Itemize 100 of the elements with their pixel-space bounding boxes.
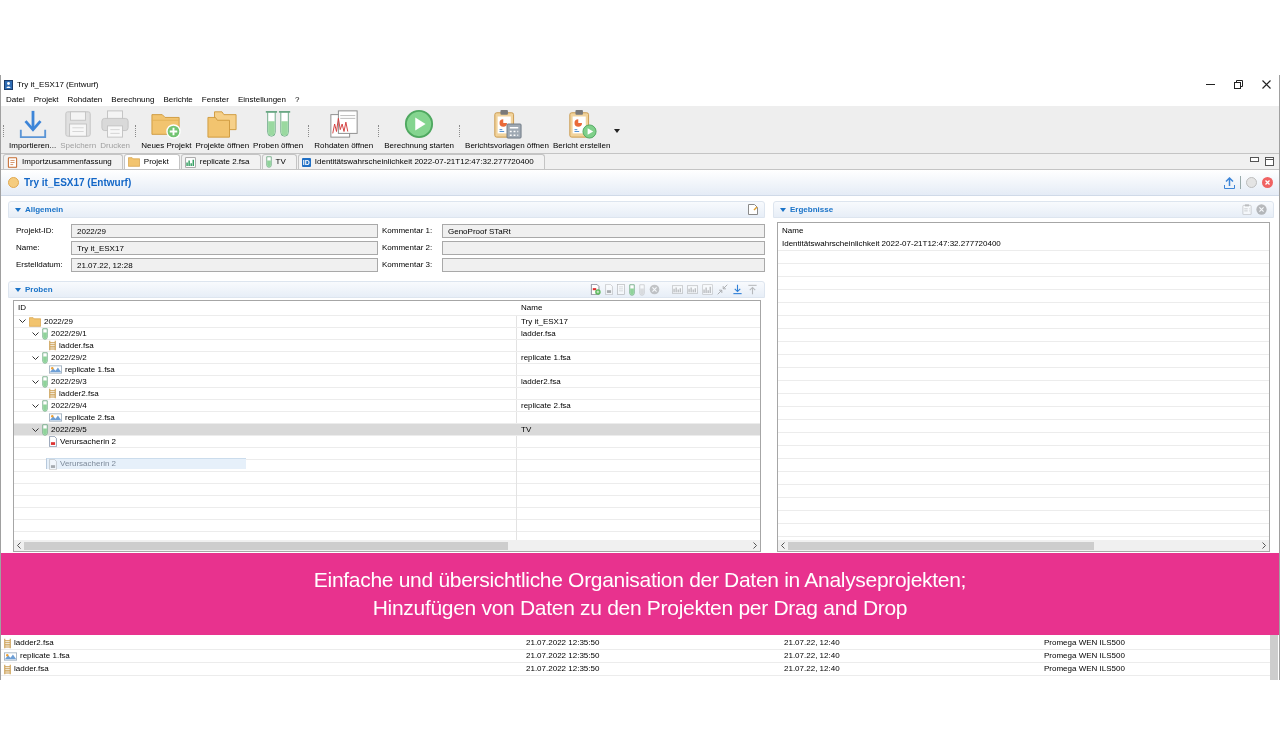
- section-title: Ergebnisse: [790, 204, 834, 215]
- text-field[interactable]: [442, 241, 765, 255]
- raw-data-row[interactable]: ladder2.fsa 21.07.2022 12:35:50 21.07.22, 12:40 Promega WEN ILS500: [1, 637, 1270, 650]
- tree-item-label: 2022/29/2: [51, 353, 87, 363]
- document-plus-icon[interactable]: [590, 284, 601, 295]
- raw-data-row[interactable]: ladder.fsa 21.07.2022 12:35:50 21.07.22, 12:40 Promega WEN ILS500: [1, 663, 1270, 676]
- section-title: Allgemein: [25, 204, 64, 215]
- column-header[interactable]: Name: [782, 225, 804, 236]
- vertical-scrollbar[interactable]: [1270, 635, 1278, 680]
- text-field[interactable]: Try it_ESX17: [71, 241, 378, 255]
- chevron-down-icon[interactable]: [32, 379, 39, 385]
- report-document-icon: [7, 156, 18, 168]
- folders-icon: [207, 109, 238, 139]
- menu-item[interactable]: Rohdaten: [67, 95, 103, 105]
- menu-item[interactable]: Berechnung: [111, 95, 155, 105]
- edit-document-icon[interactable]: [748, 204, 758, 215]
- scroll-right-icon[interactable]: [753, 542, 757, 549]
- sample-name: Try it_ESX17: [521, 316, 568, 326]
- editor-tab[interactable]: replicate 2.fsa: [180, 154, 261, 169]
- raw-data-row[interactable]: replicate 1.fsa 21.07.2022 12:35:50 21.07.22, 12:40 Promega WEN ILS500: [1, 650, 1270, 663]
- folder-icon: [29, 316, 41, 327]
- restore-icon[interactable]: [1234, 80, 1243, 89]
- clipboard-calculator-icon: [492, 109, 522, 139]
- tree-row[interactable]: 2022/29/3 ladder2.fsa: [14, 376, 760, 388]
- section-header[interactable]: Proben: [8, 281, 765, 298]
- sample-name: replicate 2.fsa: [521, 401, 571, 411]
- created-date: 21.07.22, 12:40: [783, 651, 841, 661]
- menu-item[interactable]: ?: [295, 95, 300, 105]
- tree-row[interactable]: 2022/29/4 replicate 2.fsa: [14, 400, 760, 412]
- size-standard: Promega WEN ILS500: [1043, 651, 1126, 661]
- chevron-down-icon[interactable]: [32, 403, 39, 409]
- editor-tab[interactable]: TV: [261, 154, 297, 169]
- chevron-down-icon[interactable]: [32, 355, 39, 361]
- tree-row[interactable]: 2022/29/1 ladder.fsa: [14, 328, 760, 340]
- import-date: 21.07.2022 12:35:50: [525, 664, 601, 674]
- column-header[interactable]: ID: [14, 303, 517, 313]
- document-icon: [49, 458, 57, 470]
- toolbar-button[interactable]: Bericht erstellen: [550, 109, 613, 151]
- column-header[interactable]: Name: [517, 303, 760, 313]
- result-row[interactable]: Identitätswahrscheinlichkeit 2022-07-21T12:47:32.277720400: [778, 238, 1269, 251]
- sample-name: ladder2.fsa: [521, 377, 561, 387]
- horizontal-scrollbar[interactable]: [778, 540, 1269, 551]
- tree-item-label: 2022/29/5: [51, 425, 87, 435]
- tree-row[interactable]: 2022/29 Try it_ESX17: [14, 316, 760, 328]
- tree-row[interactable]: replicate 1.fsa: [14, 364, 760, 376]
- chevron-down-icon[interactable]: [19, 319, 26, 324]
- circle-icon[interactable]: [1246, 177, 1257, 188]
- chevron-down-icon[interactable]: [32, 427, 39, 433]
- clipboard-play-icon: [566, 109, 597, 139]
- tree-row[interactable]: ladder2.fsa: [14, 388, 760, 400]
- export-icon[interactable]: [1224, 176, 1235, 189]
- window-title: Try it_ESX17 (Entwurf): [17, 79, 99, 90]
- horizontal-scrollbar[interactable]: [14, 540, 760, 551]
- chevron-down-icon[interactable]: [32, 331, 39, 337]
- scrollbar-thumb[interactable]: [24, 541, 508, 550]
- tree-item-label: 2022/29/4: [51, 401, 87, 411]
- menu-item[interactable]: Einstellungen: [237, 95, 286, 105]
- toolbar-button[interactable]: Projekte öffnen: [193, 109, 252, 151]
- tree-row[interactable]: ladder.fsa: [14, 340, 760, 352]
- text-field[interactable]: GenoProof STaRt: [442, 224, 765, 238]
- section-header[interactable]: Allgemein: [8, 201, 765, 218]
- editor-tab[interactable]: Importzusammenfassung: [3, 154, 123, 169]
- folder-icon: [127, 157, 140, 167]
- tree-item-label: replicate 1.fsa: [65, 364, 115, 375]
- tree-item-label: replicate 2.fsa: [65, 412, 115, 423]
- toolbar-button[interactable]: Proben öffnen: [251, 109, 306, 151]
- toolbar-button[interactable]: Neues Projekt: [139, 109, 194, 151]
- toolbar-button[interactable]: Berechnung starten: [382, 109, 457, 151]
- import-date: 21.07.2022 12:35:50: [525, 651, 601, 661]
- download-icon[interactable]: [732, 284, 743, 295]
- tree-row[interactable]: Verursacherin 2: [14, 436, 760, 448]
- menu-item[interactable]: Berichte: [163, 95, 193, 105]
- tree-row[interactable]: 2022/29/5 TV: [14, 424, 760, 436]
- sample-name: ladder.fsa: [521, 329, 556, 339]
- scroll-left-icon[interactable]: [17, 542, 21, 549]
- toolbar-button[interactable]: Importieren...: [7, 109, 59, 151]
- menu-item[interactable]: Datei: [6, 95, 25, 105]
- dropdown-caret-icon[interactable]: [614, 129, 621, 133]
- menu-item[interactable]: Projekt: [33, 95, 59, 105]
- close-icon[interactable]: [1262, 80, 1271, 89]
- editor-tab[interactable]: Projekt: [123, 154, 180, 169]
- caption-line: Einfache und übersichtliche Organisation der Daten in Analyseprojekten;: [313, 568, 967, 592]
- toolbar-button[interactable]: Rohdaten öffnen: [312, 109, 376, 151]
- scroll-left-icon[interactable]: [781, 542, 785, 549]
- scrollbar-thumb[interactable]: [788, 541, 1094, 550]
- text-field[interactable]: [442, 258, 765, 272]
- sample-name: replicate 1.fsa: [521, 353, 571, 363]
- menu-item[interactable]: Fenster: [201, 95, 229, 105]
- scroll-right-icon[interactable]: [1262, 542, 1266, 549]
- text-field[interactable]: 2022/29: [71, 224, 378, 238]
- tree-row[interactable]: 2022/29/2 replicate 1.fsa: [14, 352, 760, 364]
- close-circle-icon[interactable]: [1262, 177, 1273, 188]
- test-tube-icon[interactable]: [629, 283, 635, 296]
- tree-item-label: 2022/29/1: [51, 329, 87, 339]
- minimize-view-icon[interactable]: [1250, 157, 1259, 162]
- toolbar-button[interactable]: Berichtsvorlagen öffnen: [463, 109, 551, 151]
- maximize-view-icon[interactable]: [1265, 157, 1274, 166]
- collapse-triangle-icon: [15, 207, 21, 212]
- tree-item-label: 2022/29: [44, 316, 73, 327]
- text-field[interactable]: 21.07.22, 12:28: [71, 258, 378, 272]
